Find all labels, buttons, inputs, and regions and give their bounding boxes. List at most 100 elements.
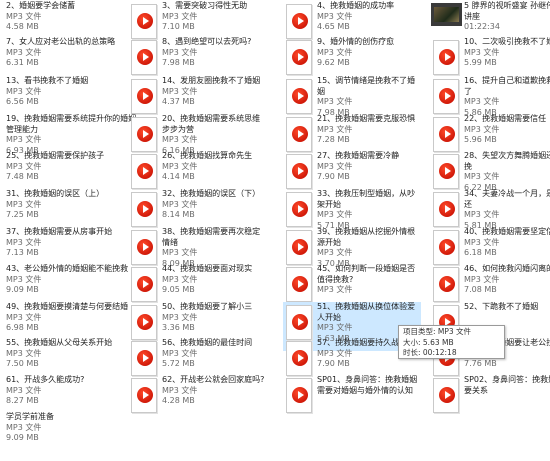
- file-text: 28、失望次方舞腾婚姻还能挽MP3 文件6.22 MB: [464, 151, 550, 193]
- file-text: 13、看书挽救不了婚姻 MP3 文件 6.56 MB: [6, 76, 138, 108]
- file-type: MP3 文件: [6, 199, 42, 209]
- file-name: 8、遇到绝望可以去死吗?: [162, 37, 252, 46]
- file-name: 39、挽救婚姻从挖掘外情根源开始: [317, 227, 416, 247]
- file-text: 19、挽救婚姻需要系统提升你的婚姻管理能力 MP3 文件 6.93 MB: [6, 114, 138, 156]
- file-name: 32、挽救婚姻的误区（下）: [162, 189, 261, 198]
- file-text: 32、挽救婚姻的误区（下） MP3 文件 8.14 MB: [162, 189, 266, 221]
- tooltip-duration: 时长: 00:12:18: [403, 348, 457, 357]
- file-size: 5.99 MB: [464, 58, 497, 67]
- file-name: SP01、身鼻问答：挽救婚姻需要对婚姻与婚外情的认知: [317, 375, 418, 395]
- file-text: 40、挽救婚姻需要坚定信念MP3 文件6.18 MB: [464, 227, 550, 259]
- file-name: 52、下跪救不了婚姻: [464, 302, 539, 311]
- file-type: MP3 文件: [464, 274, 500, 284]
- mp3-file-icon: [128, 375, 158, 415]
- file-text: 46、如何挽救闪婚闪离的婚MP3 文件7.08 MB: [464, 264, 550, 296]
- file-name: 56、挽救婚姻的最佳时间: [162, 338, 253, 347]
- file-size: 4.14 MB: [162, 172, 195, 181]
- file-type: MP3 文件: [162, 11, 198, 21]
- file-type: MP3 文件: [464, 124, 500, 134]
- file-type: MP3 文件: [162, 385, 198, 395]
- file-size: 7.13 MB: [6, 248, 39, 257]
- file-type: MP3 文件: [162, 47, 198, 57]
- file-name: 55、挽救婚姻从父母关系开始: [6, 338, 113, 347]
- file-name: 27、挽救婚姻需要冷静: [317, 151, 400, 160]
- file-name: 28、失望次方舞腾婚姻还能挽: [464, 151, 550, 171]
- file-size: 7.08 MB: [464, 285, 497, 294]
- file-name: 43、老公婚外情的婚姻能不能挽救: [6, 264, 129, 273]
- file-item[interactable]: SP02、身鼻问答：挽救婚姻要关系: [430, 375, 550, 424]
- file-type: MP3 文件: [317, 248, 353, 257]
- mp3-file-icon: [430, 151, 460, 191]
- file-type: MP3 文件: [6, 385, 42, 395]
- file-name: 25、挽救婚姻需要保护孩子: [6, 151, 105, 160]
- file-type: MP3 文件: [317, 285, 353, 294]
- file-name: 21、挽救婚姻需要克服恐惧: [317, 114, 416, 123]
- file-text: 25、挽救婚姻需要保护孩子 MP3 文件 7.48 MB: [6, 151, 138, 183]
- file-name: 44、挽救婚姻要面对现实: [162, 264, 253, 273]
- file-text: 38、挽救婚姻需要再次稳定情绪 MP3 文件 8.09 MB: [162, 227, 266, 269]
- file-type: MP3 文件: [6, 11, 42, 21]
- file-text: 33、挽救压制型婚姻，从吵架开始 MP3 文件 5.71 MB: [317, 189, 421, 231]
- mp3-file-icon: [128, 151, 158, 191]
- file-text: 27、挽救婚姻需要冷静 MP3 文件 7.90 MB: [317, 151, 421, 183]
- file-type: MP3 文件: [6, 161, 42, 171]
- file-name: 45、如何判断一段婚姻是否值得挽救?: [317, 264, 416, 284]
- file-type: MP3 文件: [6, 422, 42, 432]
- file-text: 56、挽救婚姻的最佳时间 MP3 文件 5.72 MB: [162, 338, 266, 370]
- file-type: MP3 文件: [162, 86, 198, 96]
- file-text: 学员学前准备 MP3 文件 9.09 MB: [6, 412, 138, 444]
- file-type: MP3 文件: [317, 210, 353, 219]
- mp3-file-icon: [128, 302, 158, 342]
- file-item[interactable]: SP01、身鼻问答：挽救婚姻需要对婚姻与婚外情的认知: [283, 375, 421, 424]
- file-name: 4、挽救婚姻的成功率: [317, 1, 395, 10]
- file-size: 7.90 MB: [317, 359, 350, 368]
- file-text: 50、挽救婚姻要了解小三 MP3 文件 3.36 MB: [162, 302, 266, 334]
- file-name: 38、挽救婚姻需要再次稳定情绪: [162, 227, 261, 247]
- mp3-file-icon: [128, 227, 158, 267]
- file-text: 43、老公婚外情的婚姻能不能挽救 MP3 文件 9.09 MB: [6, 264, 138, 296]
- file-type: MP3 文件: [162, 135, 198, 144]
- file-name: 26、挽救婚姻找算命先生: [162, 151, 253, 160]
- file-name: 2、婚姻要学会储蓄: [6, 1, 76, 10]
- mp3-file-icon: [283, 264, 313, 304]
- mp3-file-icon: [283, 114, 313, 154]
- mp3-file-icon: [128, 37, 158, 77]
- file-type: MP3 文件: [317, 97, 353, 106]
- mp3-file-icon: [283, 227, 313, 267]
- mp3-file-icon: [128, 1, 158, 41]
- file-name: 19、挽救婚姻需要系统提升你的婚姻管理能力: [6, 114, 137, 134]
- mp3-file-icon: [430, 37, 460, 77]
- file-text: 9、婚外情的创伤疗愈 MP3 文件 9.62 MB: [317, 37, 421, 69]
- file-name: 20、挽救婚姻需要系统思维步步为营: [162, 114, 261, 134]
- mp3-file-icon: [128, 76, 158, 116]
- file-name: 10、二次吸引挽救不了婚姻: [464, 37, 550, 46]
- file-size: 5.96 MB: [464, 135, 497, 144]
- file-size: 9.05 MB: [162, 285, 195, 294]
- file-type: MP3 文件: [162, 312, 198, 322]
- file-text: 26、挽救婚姻找算命先生 MP3 文件 4.14 MB: [162, 151, 266, 183]
- file-item[interactable]: 62、开战老公就会回家庭吗? MP3 文件 4.28 MB: [128, 375, 266, 424]
- file-text: 3、需要突破习得性无助 MP3 文件 7.10 MB: [162, 1, 266, 33]
- file-name: 31、挽救婚姻的误区（上）: [6, 189, 105, 198]
- file-type: MP3 文件: [162, 161, 198, 171]
- file-size: 8.27 MB: [6, 396, 39, 405]
- file-text: 5 脖界的视听盛宴 孙继伟合讲座01:22:34: [464, 1, 550, 33]
- mp3-file-icon: [283, 375, 313, 415]
- file-item[interactable]: 学员学前准备 MP3 文件 9.09 MB: [0, 412, 138, 461]
- file-text: 20、挽救婚姻需要系统思维步步为营 MP3 文件 6.16 MB: [162, 114, 266, 156]
- file-text: 34、夫妻冷战一个月，是否还MP3 文件5.81 MB: [464, 189, 550, 231]
- mp3-file-icon: [128, 189, 158, 229]
- mp3-file-icon: [283, 37, 313, 77]
- mp3-file-icon: [128, 114, 158, 154]
- file-type: MP3 文件: [6, 274, 42, 284]
- file-size: 7.76 MB: [464, 359, 497, 368]
- file-size: 8.14 MB: [162, 210, 195, 219]
- file-type: MP3 文件: [464, 172, 500, 181]
- mp3-file-icon: [430, 114, 460, 154]
- file-type: MP3 文件: [317, 11, 353, 21]
- file-text: 55、挽救婚姻从父母关系开始 MP3 文件 7.50 MB: [6, 338, 138, 370]
- file-type: MP3 文件: [464, 47, 500, 57]
- mp3-file-icon: [283, 151, 313, 191]
- file-size: 4.28 MB: [162, 396, 195, 405]
- file-text: 22、挽救婚姻需要信任 MP3 文件 5.96 MB: [464, 114, 550, 146]
